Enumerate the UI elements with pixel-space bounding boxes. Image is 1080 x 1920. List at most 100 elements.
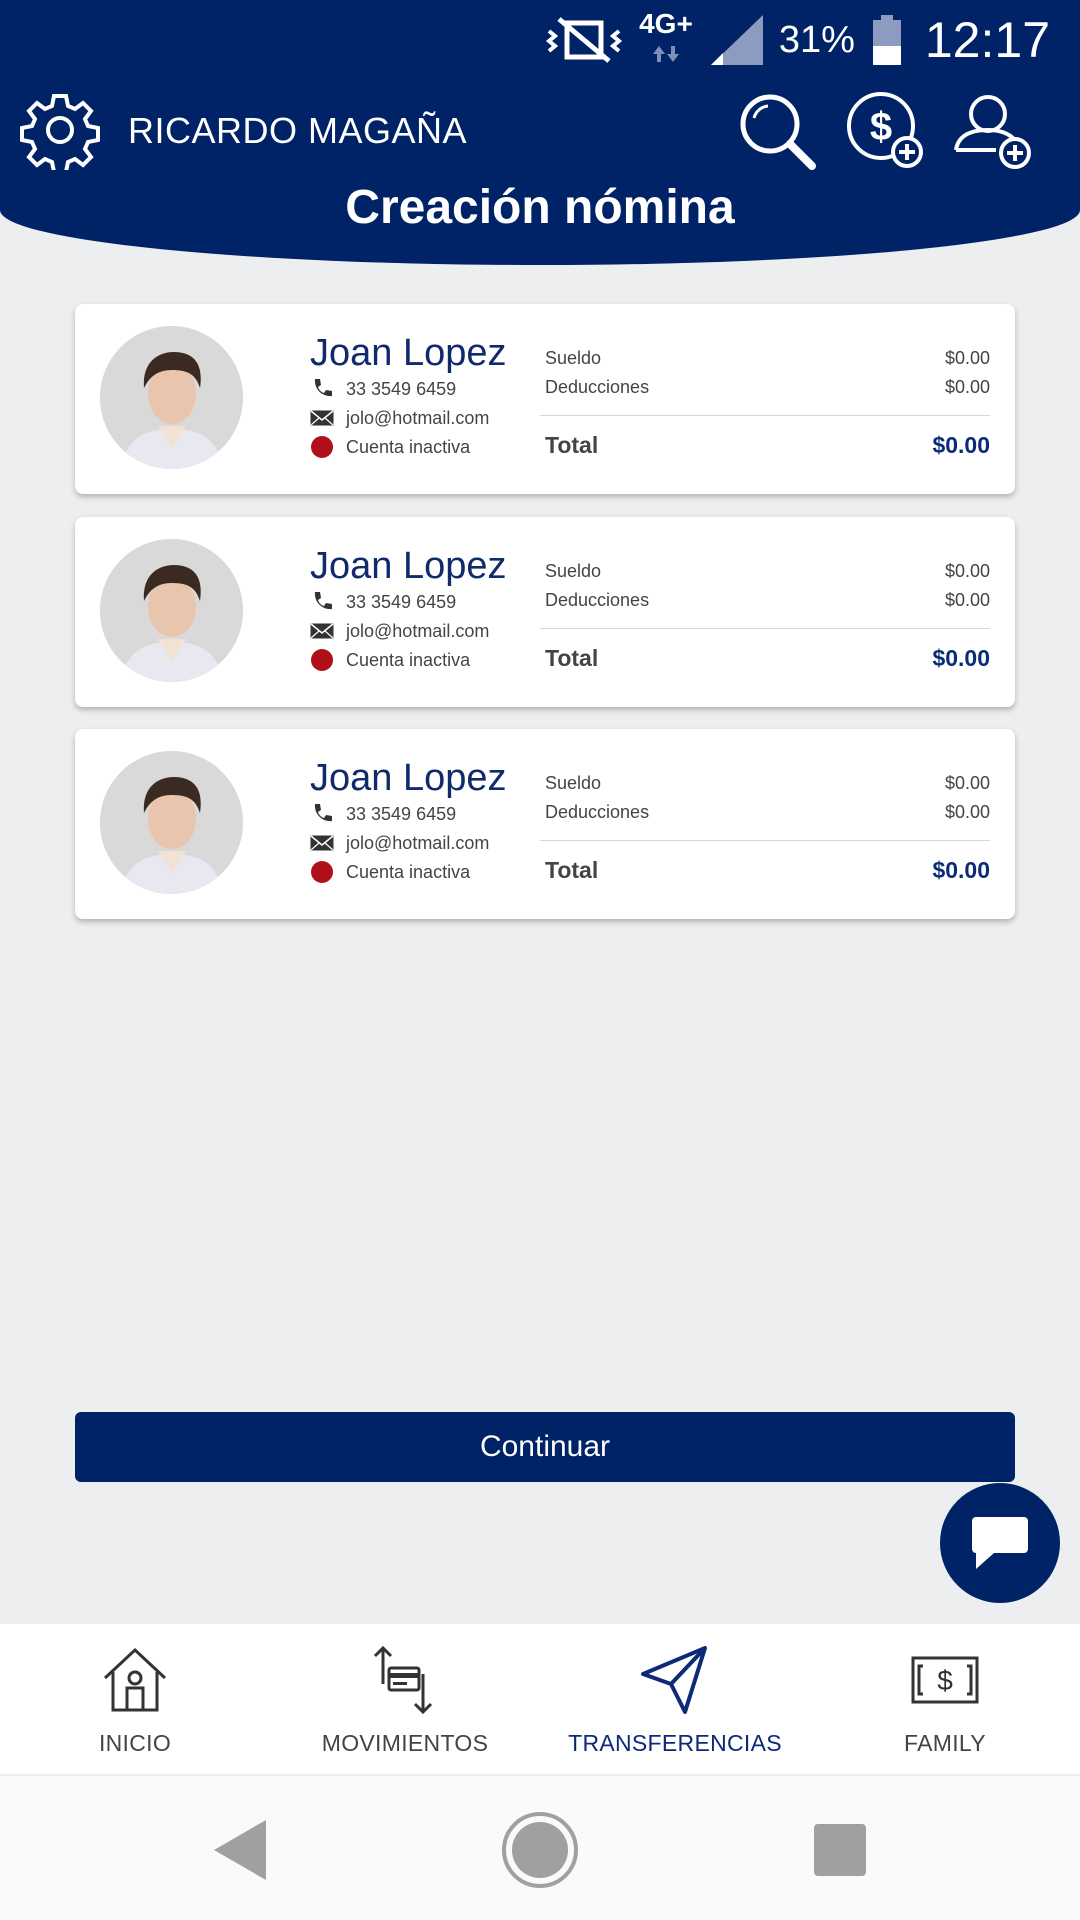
- inactive-status-dot: [311, 649, 333, 671]
- employee-name: Joan Lopez: [310, 332, 507, 374]
- back-icon[interactable]: [200, 1810, 280, 1890]
- settings-gear-icon[interactable]: [20, 90, 100, 170]
- recents-square-icon[interactable]: [800, 1810, 880, 1890]
- phone-icon: [310, 803, 334, 825]
- total-label: Total: [545, 857, 599, 883]
- employee-email-row: jolo@hotmail.com: [310, 620, 489, 642]
- bottom-nav: INICIO MOVIMIENTOS TRANSFERENCIAS $ FAMI…: [0, 1624, 1080, 1774]
- divider: [540, 840, 990, 841]
- system-nav-bar: [0, 1776, 1080, 1920]
- employee-phone-row: 33 3549 6459: [310, 591, 456, 613]
- total-label: Total: [545, 432, 599, 458]
- avatar: [100, 751, 243, 894]
- total-value: $0.00: [932, 432, 990, 458]
- home-circle-icon[interactable]: [500, 1810, 580, 1890]
- salary-label: Sueldo: [545, 348, 602, 368]
- total-value: $0.00: [932, 857, 990, 883]
- divider: [540, 628, 990, 629]
- phone-text: 33 3549 6459: [346, 591, 457, 612]
- salary-value: $0.00: [944, 561, 990, 581]
- email-text: jolo@hotmail.com: [346, 407, 490, 428]
- employee-phone-row: 33 3549 6459: [310, 803, 456, 825]
- deductions-row: Deducciones $0.00: [545, 377, 990, 398]
- employee-card[interactable]: Joan Lopez 33 3549 6459 jolo@hotmail.com…: [75, 517, 1015, 707]
- salary-value: $0.00: [944, 773, 990, 793]
- battery-percentage: 31%: [778, 18, 855, 61]
- data-arrows-icon: [652, 46, 679, 62]
- chat-bubble-icon: [972, 1517, 1028, 1569]
- signal-icon: [710, 15, 763, 65]
- svg-text:$: $: [870, 105, 892, 149]
- mail-icon: [310, 620, 334, 642]
- employee-name: Joan Lopez: [310, 545, 507, 587]
- salary-row: Sueldo $0.00: [545, 348, 990, 369]
- home-icon: [103, 1647, 167, 1712]
- clock: 12:17: [924, 12, 1050, 68]
- salary-label: Sueldo: [545, 773, 602, 793]
- mail-icon: [310, 407, 334, 429]
- status-text: Cuenta inactiva: [346, 436, 471, 457]
- status-text: Cuenta inactiva: [346, 649, 471, 670]
- nav-item-transferencias[interactable]: TRANSFERENCIAS: [540, 1644, 810, 1764]
- employee-status-row: Cuenta inactiva: [310, 861, 470, 883]
- deductions-label: Deducciones: [545, 377, 650, 397]
- vibrate-mute-icon: [545, 17, 623, 63]
- employee-card[interactable]: Joan Lopez 33 3549 6459 jolo@hotmail.com…: [75, 304, 1015, 494]
- network-type: 4G+: [639, 8, 693, 39]
- money-bill-icon: $: [911, 1656, 979, 1704]
- divider: [540, 415, 990, 416]
- nav-item-movimientos[interactable]: MOVIMIENTOS: [270, 1644, 540, 1764]
- page-title: Creación nómina: [345, 181, 735, 234]
- employee-phone-row: 33 3549 6459: [310, 378, 456, 400]
- phone-text: 33 3549 6459: [346, 803, 457, 824]
- employee-name: Joan Lopez: [310, 757, 507, 799]
- battery-icon: [872, 15, 901, 65]
- status-text: Cuenta inactiva: [346, 861, 471, 882]
- employee-card[interactable]: Joan Lopez 33 3549 6459 jolo@hotmail.com…: [75, 729, 1015, 919]
- avatar: [100, 539, 243, 682]
- employee-email-row: jolo@hotmail.com: [310, 407, 489, 429]
- salary-value: $0.00: [944, 348, 990, 368]
- salary-row: Sueldo $0.00: [545, 773, 990, 794]
- deductions-row: Deducciones $0.00: [545, 590, 990, 611]
- nav-item-family[interactable]: $ FAMILY: [810, 1644, 1080, 1764]
- deductions-row: Deducciones $0.00: [545, 802, 990, 823]
- employee-status-row: Cuenta inactiva: [310, 436, 470, 458]
- total-row: Total $0.00: [545, 645, 990, 672]
- nav-item-inicio[interactable]: INICIO: [0, 1644, 270, 1764]
- movements-icon: [373, 1645, 433, 1715]
- nav-label: FAMILY: [904, 1730, 986, 1756]
- nav-label: INICIO: [98, 1730, 172, 1756]
- total-value: $0.00: [932, 645, 990, 671]
- total-row: Total $0.00: [545, 857, 990, 884]
- total-row: Total $0.00: [545, 432, 990, 459]
- salary-label: Sueldo: [545, 561, 602, 581]
- deductions-value: $0.00: [944, 590, 990, 610]
- deductions-label: Deducciones: [545, 802, 650, 822]
- phone-text: 33 3549 6459: [346, 378, 457, 399]
- salary-row: Sueldo $0.00: [545, 561, 990, 582]
- avatar: [100, 326, 243, 469]
- app-header: 4G+ 31% 12:17 RICARDO MAGAÑA $ Creación …: [0, 0, 1080, 265]
- continue-button[interactable]: Continuar: [75, 1412, 1015, 1482]
- svg-text:$: $: [937, 1665, 953, 1696]
- phone-icon: [310, 591, 334, 613]
- deductions-value: $0.00: [944, 802, 990, 822]
- deductions-label: Deducciones: [545, 590, 650, 610]
- total-label: Total: [545, 645, 599, 671]
- employee-status-row: Cuenta inactiva: [310, 649, 470, 671]
- deductions-value: $0.00: [944, 377, 990, 397]
- nav-label: MOVIMIENTOS: [321, 1730, 489, 1756]
- add-user-icon[interactable]: [952, 90, 1034, 172]
- search-icon[interactable]: [736, 90, 818, 172]
- user-name: RICARDO MAGAÑA: [128, 110, 468, 151]
- email-text: jolo@hotmail.com: [346, 832, 490, 853]
- email-text: jolo@hotmail.com: [346, 620, 490, 641]
- add-payment-icon[interactable]: $: [845, 90, 927, 172]
- nav-label: TRANSFERENCIAS: [568, 1730, 782, 1756]
- chat-button[interactable]: [940, 1483, 1060, 1603]
- inactive-status-dot: [311, 436, 333, 458]
- inactive-status-dot: [311, 861, 333, 883]
- phone-icon: [310, 378, 334, 400]
- status-bar: 4G+ 31% 12:17: [0, 0, 1080, 80]
